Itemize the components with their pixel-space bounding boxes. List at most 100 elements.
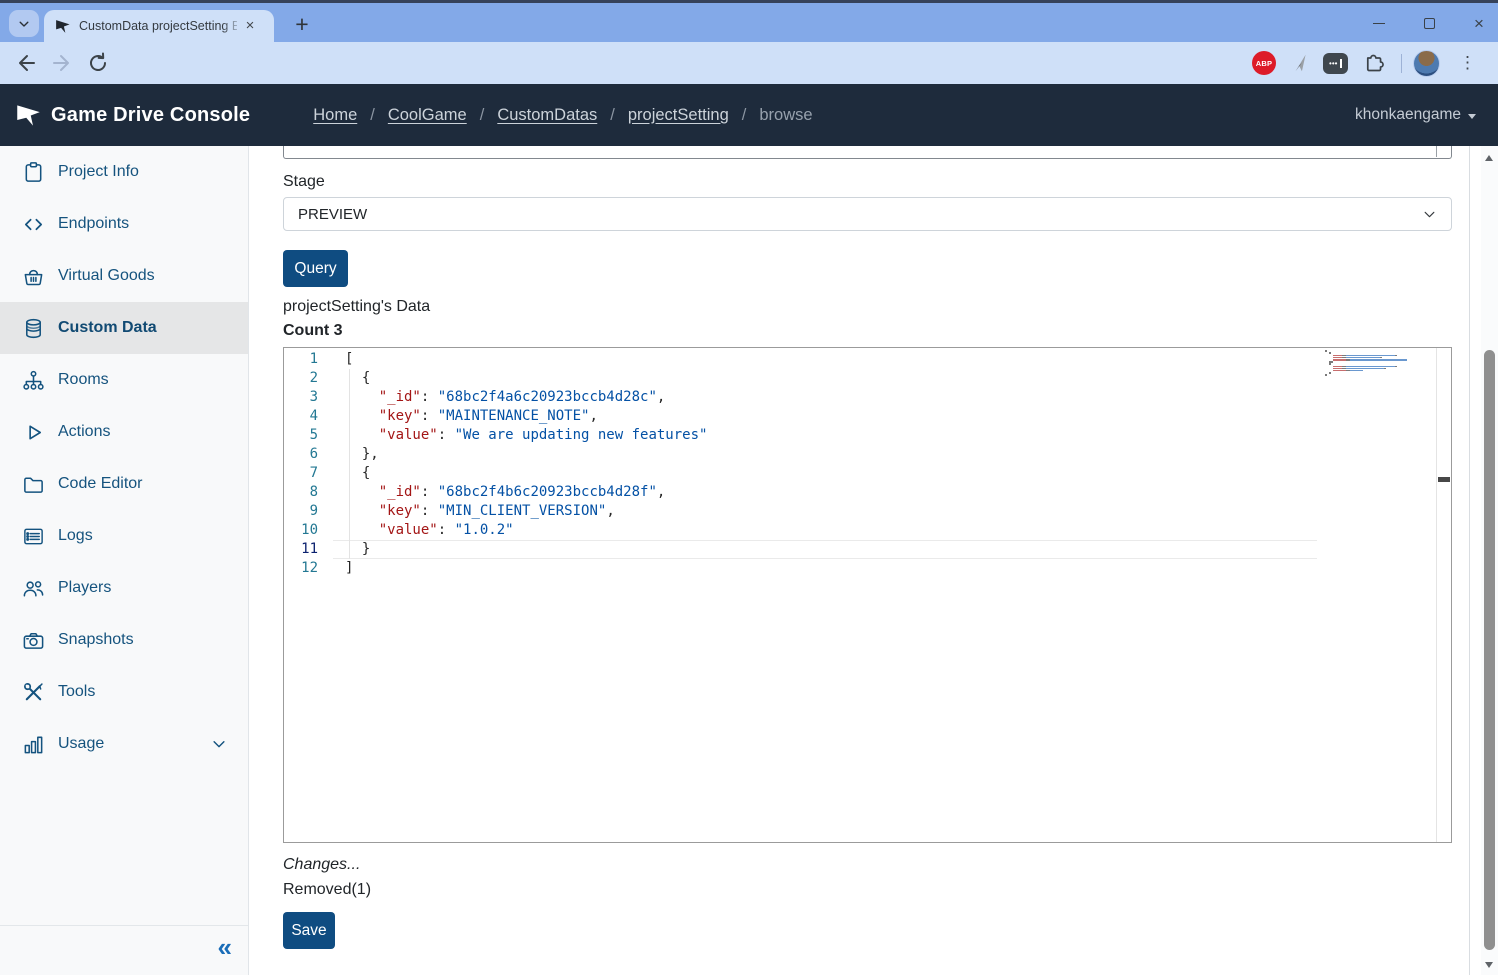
code-line[interactable]: 5 "value": "We are updating new features… bbox=[284, 426, 1451, 445]
save-button[interactable]: Save bbox=[283, 912, 335, 949]
code-line[interactable]: 2 { bbox=[284, 369, 1451, 388]
tab-title: CustomData projectSetting Brow bbox=[79, 19, 237, 33]
data-title: projectSetting's Data bbox=[283, 298, 430, 316]
sidebar-item-snapshots[interactable]: Snapshots bbox=[0, 614, 248, 666]
changes-label: Changes... bbox=[283, 856, 360, 874]
sidebar-item-project-info[interactable]: Project Info bbox=[0, 146, 248, 198]
sidebar-item-players[interactable]: Players bbox=[0, 562, 248, 614]
sidebar-item-virtual-goods[interactable]: Virtual Goods bbox=[0, 250, 248, 302]
sidebar-item-label: Rooms bbox=[58, 371, 109, 389]
code-line[interactable]: 11 } bbox=[284, 540, 1451, 559]
query-button[interactable]: Query bbox=[283, 250, 348, 287]
scrollbar-up-arrow[interactable] bbox=[1485, 155, 1493, 161]
app-header: Game Drive Console Home/CoolGame/CustomD… bbox=[0, 84, 1498, 146]
profile-avatar[interactable] bbox=[1413, 50, 1440, 77]
sidebar-item-usage[interactable]: Usage bbox=[0, 718, 248, 770]
line-number: 11 bbox=[284, 540, 318, 559]
dots-extension-icon[interactable]: ••• bbox=[1323, 53, 1348, 74]
sidebar-item-actions[interactable]: Actions bbox=[0, 406, 248, 458]
line-number: 6 bbox=[284, 445, 318, 464]
extensions-puzzle-icon[interactable] bbox=[1363, 51, 1386, 75]
back-arrow-icon[interactable] bbox=[14, 51, 38, 75]
code-line[interactable]: 7 { bbox=[284, 464, 1451, 483]
sidebar-item-label: Usage bbox=[58, 735, 104, 753]
line-number: 5 bbox=[284, 426, 318, 445]
code-line[interactable]: 4 "key": "MAINTENANCE_NOTE", bbox=[284, 407, 1451, 426]
sidebar-item-code-editor[interactable]: Code Editor bbox=[0, 458, 248, 510]
maximize-icon bbox=[1424, 18, 1435, 29]
breadcrumb-home[interactable]: Home bbox=[313, 106, 357, 125]
tab-close-icon[interactable]: × bbox=[241, 17, 259, 35]
page-scrollbar[interactable] bbox=[1481, 146, 1498, 975]
sidebar-item-label: Snapshots bbox=[58, 631, 134, 649]
line-number: 10 bbox=[284, 521, 318, 540]
window-minimize-button[interactable] bbox=[1368, 12, 1390, 34]
clipboard-icon bbox=[22, 161, 45, 184]
caret-down-icon bbox=[1468, 114, 1476, 119]
sitemap-icon bbox=[22, 369, 45, 392]
sidebar-item-custom-data[interactable]: Custom Data bbox=[0, 302, 248, 354]
line-number: 9 bbox=[284, 502, 318, 521]
minimize-icon bbox=[1373, 23, 1385, 24]
scrollbar-thumb[interactable] bbox=[1484, 350, 1495, 950]
game-drive-logo bbox=[15, 102, 42, 129]
sidebar-footer: « bbox=[0, 925, 248, 975]
adblock-extension-icon[interactable]: ABP bbox=[1252, 51, 1276, 75]
favicon-game-drive-icon bbox=[54, 18, 71, 35]
sidebar-nav: Project Info EndpointsVirtual GoodsCustom… bbox=[0, 146, 248, 770]
browser-tab[interactable]: CustomData projectSetting Brow × bbox=[44, 10, 274, 42]
code-line[interactable]: 8 "_id": "68bc2f4b6c20923bccb4d28f", bbox=[284, 483, 1451, 502]
code-line[interactable]: 10 "value": "1.0.2" bbox=[284, 521, 1451, 540]
tab-search-button[interactable] bbox=[9, 10, 39, 37]
sidebar-item-label: Players bbox=[58, 579, 111, 597]
sidebar-item-label: Project Info bbox=[58, 163, 139, 181]
breadcrumb-separator: / bbox=[742, 106, 747, 125]
forward-arrow-icon[interactable] bbox=[50, 51, 74, 75]
sidebar-item-label: Actions bbox=[58, 423, 110, 441]
code-line[interactable]: 3 "_id": "68bc2f4a6c20923bccb4d28c", bbox=[284, 388, 1451, 407]
editor-minimap[interactable] bbox=[1322, 350, 1436, 376]
overview-ruler[interactable] bbox=[1436, 348, 1451, 842]
count-text: Count 3 bbox=[283, 322, 343, 340]
breadcrumb-projectsetting[interactable]: projectSetting bbox=[628, 106, 729, 125]
breadcrumb-customdatas[interactable]: CustomDatas bbox=[497, 106, 597, 125]
basket-icon bbox=[22, 265, 45, 288]
sidebar-item-label: Logs bbox=[58, 527, 93, 545]
new-tab-button[interactable]: + bbox=[288, 11, 316, 39]
browser-menu-icon[interactable]: ⋮ bbox=[1459, 51, 1476, 75]
chevron-down-icon bbox=[1422, 207, 1437, 222]
tools-icon bbox=[22, 681, 45, 704]
sidebar-item-label: Tools bbox=[58, 683, 95, 701]
breadcrumb: Home/CoolGame/CustomDatas/projectSetting… bbox=[313, 106, 812, 125]
chevron-down-icon bbox=[17, 17, 31, 31]
code-line[interactable]: 12] bbox=[284, 559, 1451, 578]
reload-icon[interactable] bbox=[86, 51, 110, 75]
sidebar-item-endpoints[interactable]: Endpoints bbox=[0, 198, 248, 250]
browser-toolbar: console.gamedrive.cc/projects/68a045fbde… bbox=[0, 42, 1498, 84]
list-icon bbox=[22, 525, 45, 548]
browser-titlebar: CustomData projectSetting Brow × + × bbox=[0, 0, 1498, 42]
stage-select[interactable]: PREVIEW bbox=[283, 197, 1452, 231]
code-line[interactable]: 9 "key": "MIN_CLIENT_VERSION", bbox=[284, 502, 1451, 521]
query-filter-input[interactable] bbox=[283, 146, 1452, 159]
sidebar-item-rooms[interactable]: Rooms bbox=[0, 354, 248, 406]
paper-plane-extension-icon[interactable] bbox=[1290, 51, 1312, 75]
sidebar-item-logs[interactable]: Logs bbox=[0, 510, 248, 562]
scrollbar-down-arrow[interactable] bbox=[1485, 962, 1493, 968]
code-area[interactable]: 1[2 {3 "_id": "68bc2f4a6c20923bccb4d28c"… bbox=[284, 350, 1451, 578]
sidebar-collapse-button[interactable]: « bbox=[218, 934, 232, 960]
code-line[interactable]: 1[ bbox=[284, 350, 1451, 369]
main-content: Stage PREVIEW Query projectSetting's Dat… bbox=[249, 146, 1470, 975]
window-close-button[interactable]: × bbox=[1468, 12, 1490, 34]
browser-window: CustomData projectSetting Brow × + × con… bbox=[0, 0, 1498, 975]
user-menu[interactable]: khonkaengame bbox=[1355, 106, 1476, 124]
breadcrumb-browse: browse bbox=[759, 106, 812, 125]
chevron-down-icon bbox=[210, 735, 228, 753]
stage-selected-value: PREVIEW bbox=[298, 206, 367, 223]
sidebar-item-tools[interactable]: Tools bbox=[0, 666, 248, 718]
window-maximize-button[interactable] bbox=[1418, 12, 1440, 34]
json-editor[interactable]: 1[2 {3 "_id": "68bc2f4a6c20923bccb4d28c"… bbox=[283, 347, 1452, 843]
breadcrumb-coolgame[interactable]: CoolGame bbox=[388, 106, 467, 125]
code-line[interactable]: 6 }, bbox=[284, 445, 1451, 464]
line-number: 7 bbox=[284, 464, 318, 483]
